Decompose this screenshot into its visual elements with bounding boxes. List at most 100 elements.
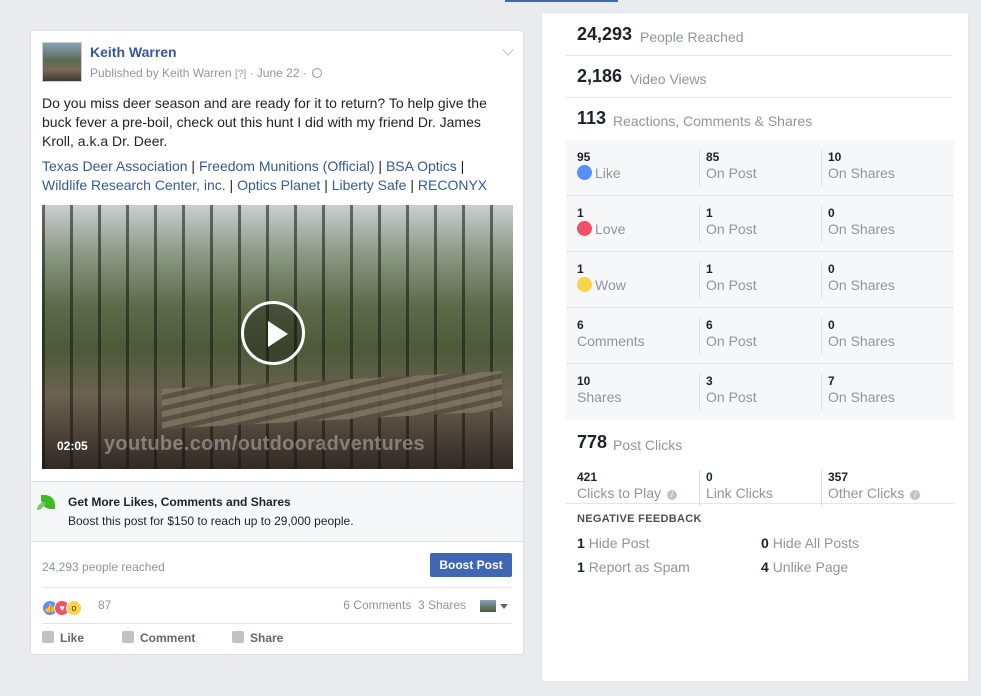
comments-shares: 6 Comments 3 Shares	[343, 598, 466, 612]
link-clicks-value: 0	[706, 470, 713, 484]
info-icon[interactable]: i	[910, 490, 921, 500]
post-date[interactable]: June 22	[257, 66, 300, 80]
boost-post-button[interactable]: Boost Post	[430, 553, 512, 577]
shares-total-label: Shares	[577, 389, 622, 405]
separator-dot: ·	[302, 66, 307, 80]
people-reached-value: 24,293	[577, 24, 633, 44]
reactions-summary: 👍 ♥ o 87 6 Comments 3 Shares	[42, 594, 512, 624]
tag-link[interactable]: Texas Deer Association	[42, 158, 188, 174]
reaction-icons[interactable]: 👍 ♥ o	[42, 598, 82, 616]
globe-icon[interactable]	[312, 68, 323, 78]
unlike-page-stat: 4 Unlike Page	[761, 559, 848, 575]
tag-link[interactable]: Liberty Safe	[332, 177, 407, 193]
love-on-post: 1 On Post	[699, 206, 757, 242]
on-post-label: On Post	[706, 333, 757, 349]
people-reached-metric: 24,293 People Reached	[566, 14, 952, 56]
like-on-post: 85 On Post	[699, 150, 757, 186]
breakdown-row-wow: 1 Wow 1 On Post 0 On Shares	[566, 252, 954, 308]
comments-total: 6 Comments	[577, 318, 645, 354]
on-shares-label: On Shares	[828, 333, 895, 349]
post-clicks-metric: 778 Post Clicks	[566, 422, 952, 464]
shares-count[interactable]: 3 Shares	[418, 598, 466, 612]
comments-total-label: Comments	[577, 333, 645, 349]
comment-button[interactable]: Comment	[122, 631, 195, 645]
post-clicks-label: Post Clicks	[613, 437, 683, 453]
share-button[interactable]: Share	[232, 631, 283, 645]
shares-on-shares-value: 7	[828, 374, 835, 388]
shares-on-post: 3 On Post	[699, 374, 757, 410]
engagement-value: 113	[577, 108, 607, 128]
wow-icon	[577, 277, 592, 292]
tag-link[interactable]: RECONYX	[418, 177, 487, 193]
comments-on-shares: 0 On Shares	[821, 318, 895, 354]
love-total: 1 Love	[577, 206, 625, 242]
on-post-label: On Post	[706, 165, 757, 181]
like-total-label: Like	[595, 165, 621, 181]
boost-promo[interactable]: Get More Likes, Comments and Shares Boos…	[31, 481, 523, 542]
caret-down-icon[interactable]	[500, 604, 508, 609]
breakdown-row-like: 95 Like 85 On Post 10 On Shares	[566, 140, 954, 196]
video-views-metric: 2,186 Video Views	[566, 56, 952, 98]
thumbs-up-icon	[42, 631, 54, 643]
info-icon[interactable]: i	[666, 490, 677, 500]
love-total-label: Love	[595, 221, 626, 237]
published-line: Published by Keith Warren [?] · June 22 …	[90, 66, 323, 80]
other-clicks-label: Other Clicks	[828, 485, 905, 501]
like-on-shares-value: 10	[828, 150, 842, 164]
breakdown-row-shares: 10 Shares 3 On Post 7 On Shares	[566, 364, 954, 420]
link-clicks-label: Link Clicks	[706, 485, 773, 501]
action-bar: Like Comment Share	[42, 629, 512, 653]
tag-link[interactable]: BSA Optics	[386, 158, 457, 174]
unlike-page-label: Unlike Page	[772, 559, 849, 575]
unlike-page-value: 4	[761, 559, 769, 575]
comments-on-shares-value: 0	[828, 318, 835, 332]
love-on-post-value: 1	[706, 206, 713, 220]
reaction-count[interactable]: 87	[98, 598, 111, 612]
love-on-shares-value: 0	[828, 206, 835, 220]
love-icon	[577, 221, 592, 236]
on-shares-label: On Shares	[828, 277, 895, 293]
help-marker[interactable]: [?]	[235, 69, 246, 80]
like-label: Like	[60, 631, 85, 645]
reach-text[interactable]: 24,293 people reached	[42, 560, 165, 574]
comments-on-post-value: 6	[706, 318, 713, 332]
post-card: Keith Warren Published by Keith Warren […	[30, 30, 524, 655]
love-total-value: 1	[577, 206, 584, 220]
like-on-shares: 10 On Shares	[821, 150, 895, 186]
video-player[interactable]: youtube.com/outdooradventures 02:05	[42, 205, 513, 469]
like-on-post-value: 85	[706, 150, 720, 164]
wow-on-shares: 0 On Shares	[821, 262, 895, 298]
like-button[interactable]: Like	[42, 631, 84, 645]
clicks-breakdown: 421 Clicks to Play i 0 Link Clicks 357 O…	[566, 468, 954, 506]
comments-total-value: 6	[577, 318, 584, 332]
hide-all-posts-stat: 0 Hide All Posts	[761, 535, 859, 551]
wow-total: 1 Wow	[577, 262, 626, 298]
tag-link[interactable]: Wildlife Research Center, inc.	[42, 177, 226, 193]
page-avatar-icon[interactable]	[480, 600, 496, 612]
top-accent-line	[505, 0, 618, 2]
negative-feedback-title: NEGATIVE FEEDBACK	[577, 513, 702, 525]
other-clicks-value: 357	[828, 470, 849, 484]
on-shares-label: On Shares	[828, 221, 895, 237]
engagement-label: Reactions, Comments & Shares	[613, 113, 813, 129]
shares-total-value: 10	[577, 374, 591, 388]
people-reached-label: People Reached	[640, 29, 744, 45]
post-clicks-value: 778	[577, 432, 608, 452]
published-by[interactable]: Published by Keith Warren	[90, 66, 232, 80]
hide-post-stat: 1 Hide Post	[577, 535, 649, 551]
author-name[interactable]: Keith Warren	[90, 44, 177, 60]
video-duration: 02:05	[57, 439, 88, 453]
like-total-value: 95	[577, 150, 591, 164]
on-shares-label: On Shares	[828, 165, 895, 181]
chevron-down-icon[interactable]	[502, 44, 514, 56]
tag-link[interactable]: Optics Planet	[237, 177, 320, 193]
separator-dot: ·	[249, 66, 254, 80]
other-clicks: 357 Other Clicks i	[821, 470, 921, 506]
report-spam-label: Report as Spam	[588, 559, 690, 575]
comments-count[interactable]: 6 Comments	[343, 598, 411, 612]
avatar[interactable]	[42, 42, 82, 82]
breakdown-row-comments: 6 Comments 6 On Post 0 On Shares	[566, 308, 954, 364]
tag-link[interactable]: Freedom Munitions (Official)	[199, 158, 375, 174]
post-insights-panel: 24,293 People Reached 2,186 Video Views …	[541, 12, 969, 682]
play-icon[interactable]	[241, 301, 305, 365]
